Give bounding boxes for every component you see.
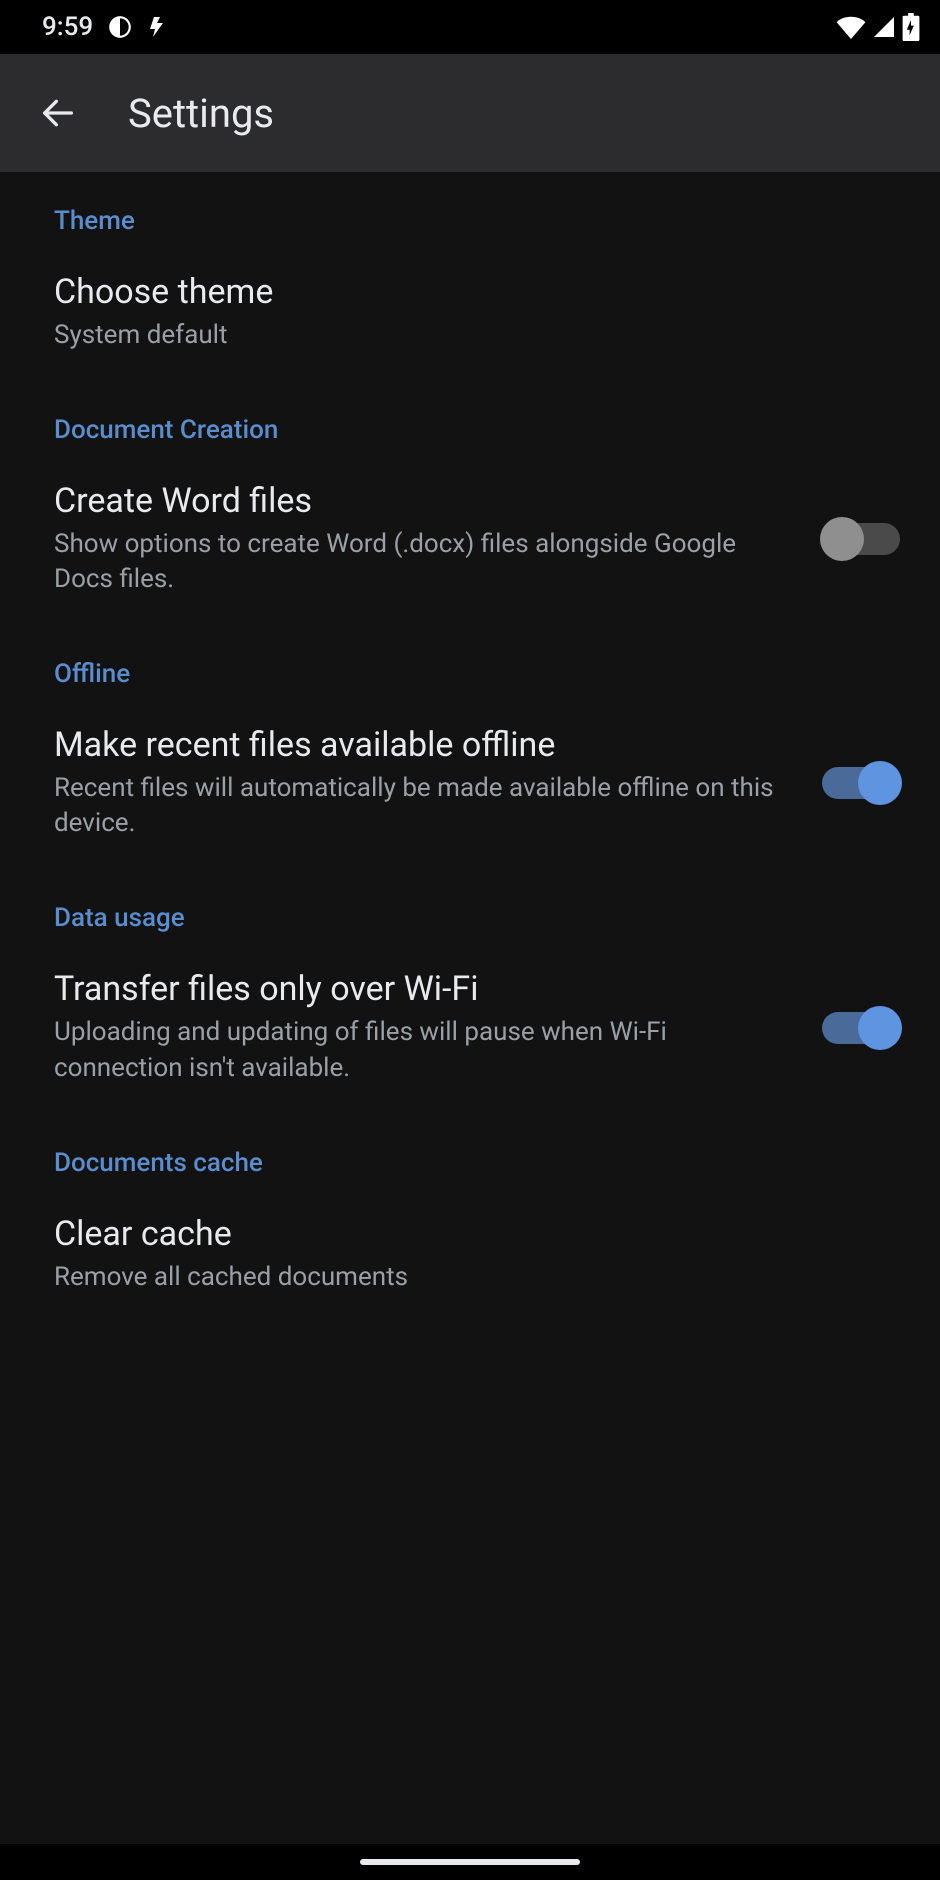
back-button[interactable] xyxy=(28,83,88,143)
page-title: Settings xyxy=(128,90,274,137)
choose-theme-sub: System default xyxy=(54,318,880,353)
wifi-only-sub: Uploading and updating of files will pau… xyxy=(54,1015,794,1085)
status-time: 9:59 xyxy=(42,12,93,42)
section-header-data-usage: Data usage xyxy=(0,869,940,941)
create-word-files-item[interactable]: Create Word files Show options to create… xyxy=(0,453,940,625)
lightning-icon xyxy=(147,15,171,39)
section-header-theme: Theme xyxy=(0,172,940,244)
section-header-doc-creation: Document Creation xyxy=(0,381,940,453)
wifi-only-item[interactable]: Transfer files only over Wi-Fi Uploading… xyxy=(0,941,940,1113)
wifi-only-title: Transfer files only over Wi-Fi xyxy=(54,969,794,1009)
settings-content: Theme Choose theme System default Docume… xyxy=(0,172,940,1323)
create-word-sub: Show options to create Word (.docx) file… xyxy=(54,527,794,597)
toggle-thumb xyxy=(858,1006,902,1050)
item-text: Clear cache Remove all cached documents xyxy=(54,1214,904,1295)
item-text: Create Word files Show options to create… xyxy=(54,481,818,597)
toggle-thumb xyxy=(820,517,864,561)
choose-theme-item[interactable]: Choose theme System default xyxy=(0,244,940,381)
app-bar: Settings xyxy=(0,54,940,172)
item-text: Make recent files available offline Rece… xyxy=(54,725,818,841)
toggle-thumb xyxy=(858,761,902,805)
recent-offline-item[interactable]: Make recent files available offline Rece… xyxy=(0,697,940,869)
status-bar: 9:59 xyxy=(0,0,940,54)
recent-offline-toggle[interactable] xyxy=(818,760,904,806)
create-word-title: Create Word files xyxy=(54,481,794,521)
section-header-offline: Offline xyxy=(0,625,940,697)
clear-cache-sub: Remove all cached documents xyxy=(54,1260,880,1295)
status-right xyxy=(836,13,920,41)
cell-signal-icon xyxy=(872,15,896,39)
item-text: Choose theme System default xyxy=(54,272,904,353)
contrast-icon xyxy=(107,14,133,40)
item-text: Transfer files only over Wi-Fi Uploading… xyxy=(54,969,818,1085)
recent-offline-sub: Recent files will automatically be made … xyxy=(54,771,794,841)
status-left: 9:59 xyxy=(42,12,171,42)
recent-offline-title: Make recent files available offline xyxy=(54,725,794,765)
choose-theme-title: Choose theme xyxy=(54,272,880,312)
section-header-cache: Documents cache xyxy=(0,1114,940,1186)
clear-cache-item[interactable]: Clear cache Remove all cached documents xyxy=(0,1186,940,1323)
wifi-icon xyxy=(836,15,866,39)
nav-handle-icon[interactable] xyxy=(360,1859,580,1865)
nav-bar xyxy=(0,1844,940,1880)
battery-icon xyxy=(902,13,920,41)
create-word-toggle[interactable] xyxy=(818,516,904,562)
arrow-left-icon xyxy=(38,93,78,133)
clear-cache-title: Clear cache xyxy=(54,1214,880,1254)
wifi-only-toggle[interactable] xyxy=(818,1005,904,1051)
